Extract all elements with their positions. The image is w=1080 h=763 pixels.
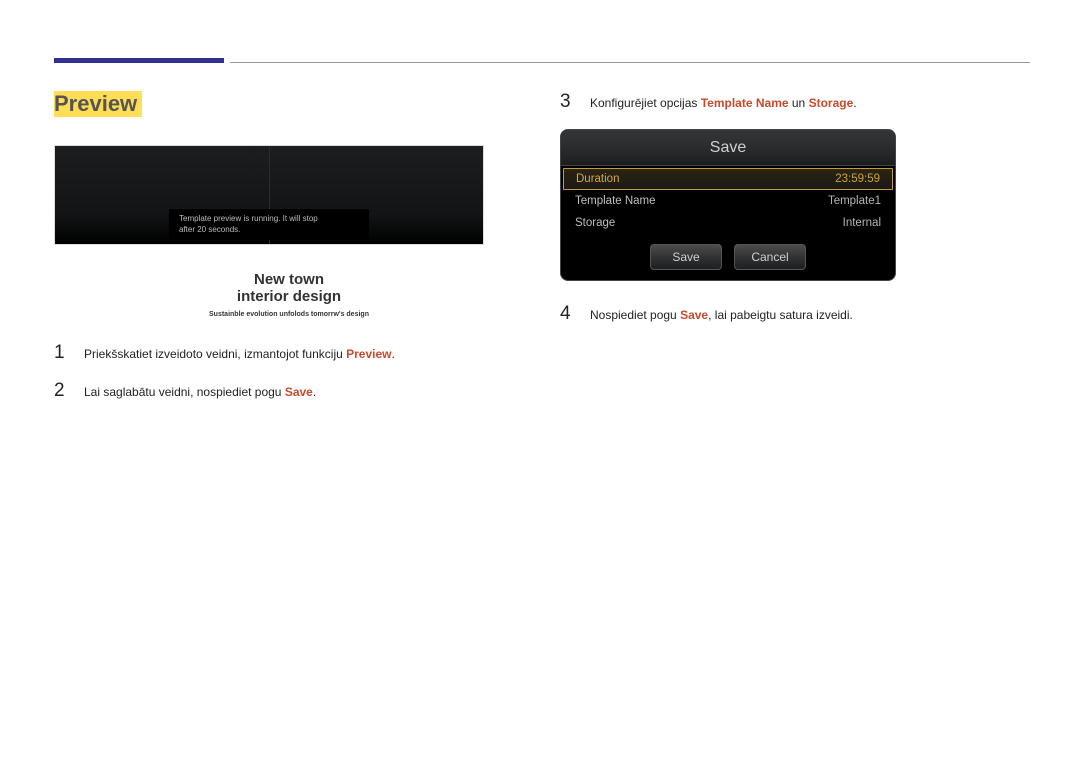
save-row-storage[interactable]: Storage Internal xyxy=(563,212,893,234)
step-3: 3 Konfigurējiet opcijas Template Name un… xyxy=(560,91,1030,113)
section-heading-preview: Preview xyxy=(54,91,142,117)
step-text-highlight: Storage xyxy=(809,96,854,110)
save-row-value: 23:59:59 xyxy=(835,173,880,185)
preview-msg-line1: Template preview is running. It will sto… xyxy=(179,214,318,223)
step-text-mid: un xyxy=(789,96,809,110)
header-divider xyxy=(230,62,1030,63)
step-text-highlight: Template Name xyxy=(701,96,789,110)
save-row-label: Duration xyxy=(576,173,619,185)
save-row-label: Storage xyxy=(575,217,615,229)
save-dialog-title: Save xyxy=(561,130,895,166)
save-row-label: Template Name xyxy=(575,195,656,207)
step-text: Konfigurējiet opcijas Template Name un S… xyxy=(590,94,857,112)
step-text-highlight: Save xyxy=(285,385,313,399)
step-1: 1 Priekšskatiet izveidoto veidni, izmant… xyxy=(54,342,524,364)
preview-caption-line2: interior design xyxy=(54,288,524,305)
preview-caption-line1: New town xyxy=(54,271,524,288)
step-text-prefix: Nospiediet pogu xyxy=(590,308,680,322)
page-header-rule xyxy=(54,58,1030,63)
step-number: 1 xyxy=(54,342,69,364)
save-row-value: Internal xyxy=(843,217,881,229)
step-number: 3 xyxy=(560,91,575,113)
preview-running-message: Template preview is running. It will sto… xyxy=(169,209,369,240)
save-dialog-body: Duration 23:59:59 Template Name Template… xyxy=(561,166,895,238)
step-text-prefix: Lai saglabātu veidni, nospiediet pogu xyxy=(84,385,285,399)
preview-msg-line2: after 20 seconds. xyxy=(179,225,240,234)
step-text-prefix: Priekšskatiet izveidoto veidni, izmantoj… xyxy=(84,347,346,361)
save-row-duration[interactable]: Duration 23:59:59 xyxy=(563,168,893,190)
step-2: 2 Lai saglabātu veidni, nospiediet pogu … xyxy=(54,380,524,402)
step-text-suffix: . xyxy=(853,96,856,110)
preview-subcaption: Sustainble evolution unfolods tomorrw's … xyxy=(54,311,524,318)
step-text: Lai saglabātu veidni, nospiediet pogu Sa… xyxy=(84,383,316,401)
step-text-highlight: Preview xyxy=(346,347,391,361)
header-accent xyxy=(54,58,224,63)
cancel-button[interactable]: Cancel xyxy=(734,244,806,270)
save-dialog-actions: Save Cancel xyxy=(561,238,895,280)
step-number: 4 xyxy=(560,303,575,325)
preview-screenshot: Template preview is running. It will sto… xyxy=(54,145,484,245)
step-number: 2 xyxy=(54,380,69,402)
preview-caption: New town interior design xyxy=(54,271,524,305)
save-dialog: Save Duration 23:59:59 Template Name Tem… xyxy=(560,129,896,281)
step-text-highlight: Save xyxy=(680,308,708,322)
save-row-value: Template1 xyxy=(828,195,881,207)
save-button[interactable]: Save xyxy=(650,244,722,270)
step-text-suffix: . xyxy=(392,347,395,361)
step-text-prefix: Konfigurējiet opcijas xyxy=(590,96,701,110)
step-text-suffix: , lai pabeigtu satura izveidi. xyxy=(708,308,853,322)
save-row-template-name[interactable]: Template Name Template1 xyxy=(563,190,893,212)
step-text-suffix: . xyxy=(313,385,316,399)
step-text: Priekšskatiet izveidoto veidni, izmantoj… xyxy=(84,345,395,363)
step-text: Nospiediet pogu Save, lai pabeigtu satur… xyxy=(590,306,853,324)
step-4: 4 Nospiediet pogu Save, lai pabeigtu sat… xyxy=(560,303,1030,325)
